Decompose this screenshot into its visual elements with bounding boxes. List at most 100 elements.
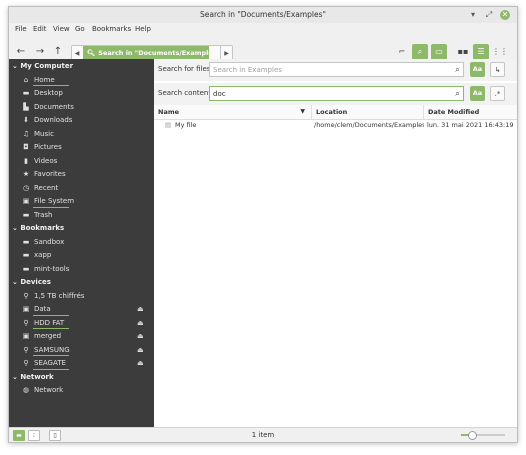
- sidebar-item-home[interactable]: ⌂ Home: [21, 76, 55, 84]
- sidebar-item-network[interactable]: ◍ Network: [21, 386, 63, 394]
- sidebar-section-title: Bookmarks: [20, 224, 65, 232]
- menu-help[interactable]: Help: [135, 25, 151, 33]
- close-icon[interactable]: ✕: [500, 10, 510, 20]
- sidebar-item-merged[interactable]: ▣ merged: [21, 332, 61, 340]
- location-toggle-button[interactable]: ▭: [431, 44, 447, 60]
- sidebar-item-label: merged: [34, 332, 62, 340]
- column-name[interactable]: Name ▼: [154, 105, 312, 119]
- sidebar-item-label: Pictures: [34, 143, 62, 151]
- menu-bookmarks[interactable]: Bookmarks: [92, 25, 131, 33]
- camera-icon: ◘: [23, 143, 29, 151]
- clock-icon: ◷: [22, 183, 30, 192]
- drive-icon: ▣: [22, 332, 30, 340]
- usage-bar: [33, 355, 69, 356]
- sidebar-item-documents[interactable]: ▙ Documents: [21, 103, 74, 111]
- sidebar-item-music[interactable]: ♫ Music: [21, 130, 54, 138]
- list-view-button[interactable]: ☰: [473, 44, 489, 60]
- eject-icon[interactable]: ⏏: [137, 359, 144, 367]
- usage-bar: [33, 314, 69, 316]
- open-terminal-icon[interactable]: ⌐: [394, 44, 410, 60]
- menu-bar: File Edit View Go Bookmarks Help: [9, 23, 517, 37]
- search-toggle-button[interactable]: ⌕: [412, 44, 428, 60]
- regex-button[interactable]: .*: [490, 86, 505, 101]
- menu-go[interactable]: Go: [75, 25, 85, 33]
- sidebar-item-1-5-tb-chiffr-s[interactable]: ⚲ 1,5 TB chiffrés: [21, 292, 84, 300]
- music-icon: ♫: [22, 129, 30, 138]
- case-sensitive-button[interactable]: Aa: [470, 62, 485, 77]
- drive-icon: ▣: [22, 305, 30, 313]
- title-bar[interactable]: Search in "Documents/Examples" ▾ ⤢ ✕: [9, 7, 517, 23]
- usage-bar: [33, 368, 69, 370]
- sidebar-item-label: xapp: [34, 251, 52, 259]
- eject-icon[interactable]: ⏏: [137, 332, 144, 340]
- sidebar-item-label: SAMSUNG: [34, 345, 70, 354]
- sidebar-item-label: Recent: [34, 183, 59, 192]
- sidebar-section-my-computer[interactable]: ⌄ My Computer: [12, 62, 73, 70]
- back-icon[interactable]: ←: [14, 45, 28, 59]
- minimize-icon[interactable]: ▾: [467, 9, 479, 21]
- sidebar-item-videos[interactable]: ▮ Videos: [21, 157, 57, 165]
- sidebar-item-downloads[interactable]: ⬇ Downloads: [21, 116, 72, 124]
- sidebar-section-title: My Computer: [20, 62, 74, 70]
- case-sensitive-button[interactable]: Aa: [470, 86, 485, 101]
- sidebar-section-bookmarks[interactable]: ⌄ Bookmarks: [12, 224, 64, 232]
- download-icon: ⬇: [23, 116, 29, 124]
- sidebar-item-data[interactable]: ▣ Data: [21, 305, 51, 313]
- sidebar-item-label: File System: [34, 197, 75, 205]
- sidebar-item-label: SEAGATE: [34, 359, 66, 367]
- usage-bar: [33, 85, 69, 86]
- column-date-modified[interactable]: Date Modified: [424, 105, 517, 119]
- search-files-input[interactable]: Search in Examples: [209, 62, 464, 77]
- sidebar-item-seagate[interactable]: ⚲ SEAGATE: [21, 359, 66, 367]
- sidebar-item-file-system[interactable]: ▣ File System: [21, 197, 74, 205]
- sidebar-item-samsung[interactable]: ⚲ SAMSUNG: [21, 345, 70, 354]
- sidebar-item-label: Data: [34, 305, 51, 313]
- up-icon[interactable]: ↑: [51, 45, 65, 59]
- sidebar-section-title: Devices: [20, 278, 51, 286]
- sidebar-item-sandbox[interactable]: ▬ Sandbox: [21, 237, 65, 246]
- file-location: /home/clem/Documents/Examples: [314, 121, 424, 129]
- maximize-icon[interactable]: ⤢: [483, 9, 495, 21]
- eject-icon[interactable]: ⏏: [137, 305, 144, 313]
- sidebar-item-label: Trash: [34, 210, 53, 219]
- sidebar-item-xapp[interactable]: ▬ xapp: [21, 251, 52, 259]
- column-header: Name ▼ Location Date Modified: [154, 105, 517, 120]
- sidebar-section-network[interactable]: ⌄ Network: [12, 373, 54, 381]
- sidebar-item-favorites[interactable]: ★ Favorites: [21, 170, 66, 178]
- search-files-label: Search for files:: [158, 65, 213, 73]
- file-manager-window: Search in "Documents/Examples" ▾ ⤢ ✕ Fil…: [8, 6, 518, 443]
- sidebar-item-label: Documents: [34, 102, 74, 111]
- recursive-icon[interactable]: ↳: [490, 62, 505, 77]
- sidebar-section-devices[interactable]: ⌄ Devices: [12, 278, 51, 286]
- sidebar-item-label: Videos: [34, 156, 58, 165]
- sidebar-item-desktop[interactable]: ▬ Desktop: [21, 89, 63, 97]
- icon-view-button[interactable]: ▪▪: [455, 44, 471, 60]
- menu-file[interactable]: File: [15, 25, 27, 33]
- sidebar-item-pictures[interactable]: ◘ Pictures: [21, 143, 62, 151]
- main-pane: Search for files: Search in Examples ⌕ A…: [154, 59, 517, 428]
- sidebar-item-recent[interactable]: ◷ Recent: [21, 184, 58, 192]
- search-content-input[interactable]: doc: [209, 86, 464, 101]
- zoom-slider-knob[interactable]: [468, 431, 477, 440]
- sidebar-item-hdd-fat[interactable]: ⚲ HDD FAT: [21, 319, 64, 327]
- sidebar-item-mint-tools[interactable]: ▬ mint-tools: [21, 265, 70, 273]
- menu-view[interactable]: View: [53, 25, 70, 33]
- sidebar-item-trash[interactable]: ▬ Trash: [21, 211, 53, 219]
- usage-bar: [33, 206, 69, 208]
- usb-icon: ⚲: [23, 345, 29, 354]
- eject-icon[interactable]: ⏏: [137, 346, 144, 354]
- file-name: My file: [175, 121, 197, 129]
- search-icon[interactable]: ⌕: [451, 63, 464, 76]
- folder-icon: ▬: [22, 237, 30, 246]
- text-file-icon: ▤: [165, 121, 172, 129]
- file-date: lun. 31 mai 2021 16:43:19: [427, 121, 514, 129]
- sidebar: ⌄ My Computer ⌂ Home ▬ Desktop ▙ Documents ⬇ Dow…: [9, 59, 154, 428]
- table-row[interactable]: ▤ My file /home/clem/Documents/Examples …: [154, 119, 517, 132]
- search-icon[interactable]: ⌕: [451, 87, 464, 100]
- sidebar-item-label: Favorites: [34, 170, 66, 178]
- column-location[interactable]: Location: [312, 105, 424, 119]
- eject-icon[interactable]: ⏏: [137, 319, 144, 327]
- compact-view-button[interactable]: ⋮⋮: [492, 44, 508, 60]
- menu-edit[interactable]: Edit: [33, 25, 47, 33]
- forward-icon[interactable]: →: [33, 45, 47, 59]
